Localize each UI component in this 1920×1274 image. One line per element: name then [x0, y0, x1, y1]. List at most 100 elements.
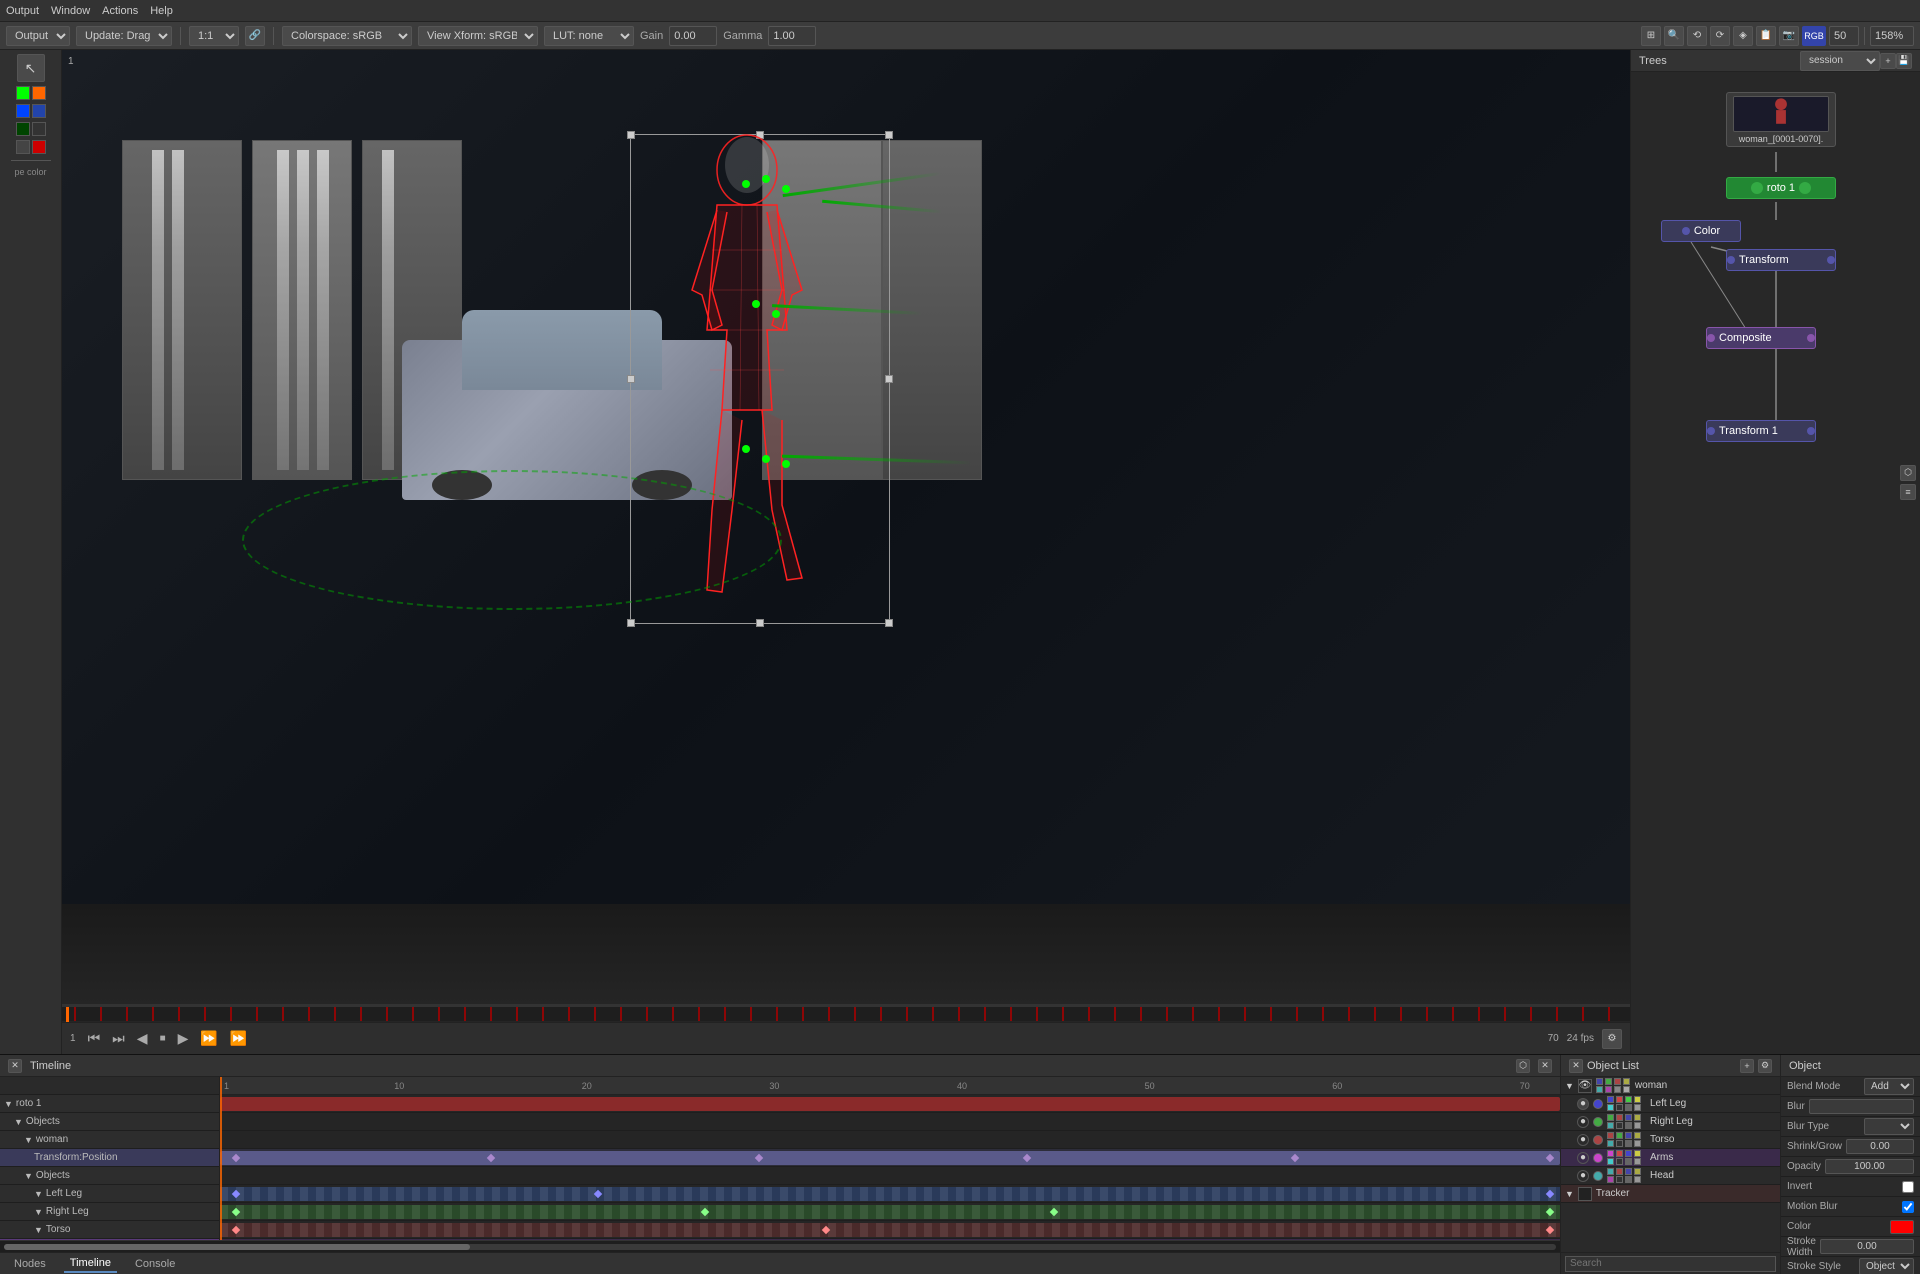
- viewer-icon-4[interactable]: ⟳: [1710, 26, 1730, 46]
- node-new-icon[interactable]: +: [1880, 53, 1896, 69]
- obj-rightleg[interactable]: ● Right Leg: [1561, 1113, 1780, 1131]
- scrollbar-thumb[interactable]: [4, 1244, 470, 1250]
- node-color[interactable]: Color: [1661, 220, 1741, 242]
- viewer-icon-5[interactable]: ◈: [1733, 26, 1753, 46]
- viewxform-dropdown[interactable]: View Xform: sRGB: [418, 26, 538, 46]
- motion-blur-checkbox[interactable]: [1902, 1201, 1914, 1213]
- tl-torso[interactable]: ▼Torso: [0, 1221, 219, 1239]
- viewer[interactable]: 1: [62, 50, 1630, 1004]
- obj-head[interactable]: ● Head: [1561, 1167, 1780, 1185]
- node-right-icon-1[interactable]: ⬡: [1900, 465, 1916, 481]
- ratio-dropdown[interactable]: 1:1: [189, 26, 239, 46]
- obj-tracker-icon[interactable]: [1578, 1187, 1592, 1201]
- stroke-style-select[interactable]: Object: [1859, 1258, 1914, 1274]
- obj-leftleg[interactable]: ● Left Leg: [1561, 1095, 1780, 1113]
- obj-close-btn[interactable]: ✕: [1569, 1059, 1583, 1073]
- menu-actions[interactable]: Actions: [102, 5, 138, 17]
- swatch-orange[interactable]: [32, 86, 46, 100]
- obj-add-btn[interactable]: +: [1740, 1059, 1754, 1073]
- obj-torso-color[interactable]: [1593, 1135, 1603, 1145]
- timeline-scrollbar[interactable]: [0, 1240, 1560, 1252]
- swatch-darkgreen[interactable]: [16, 122, 30, 136]
- bbox-handle-mr[interactable]: [885, 375, 893, 383]
- invert-checkbox[interactable]: [1902, 1181, 1914, 1193]
- viewer-icon-3[interactable]: ⟲: [1687, 26, 1707, 46]
- viewer-icon-2[interactable]: 🔍: [1664, 26, 1684, 46]
- play-btn[interactable]: ▶: [174, 1028, 193, 1049]
- node-transform1[interactable]: Transform 1: [1706, 420, 1816, 442]
- exposure-input[interactable]: [1829, 26, 1859, 46]
- tl-roto1[interactable]: ▼roto 1: [0, 1095, 219, 1113]
- node-save-icon[interactable]: 💾: [1896, 53, 1912, 69]
- color-swatch[interactable]: [1890, 1220, 1914, 1234]
- gain-input[interactable]: [669, 26, 717, 46]
- obj-arms-vis[interactable]: ●: [1577, 1152, 1589, 1164]
- node-source[interactable]: woman_[0001-0070].: [1726, 92, 1836, 147]
- next-frame-btn[interactable]: ⏩: [196, 1028, 221, 1049]
- tl-objects-2[interactable]: ▼Objects: [0, 1167, 219, 1185]
- swatch-green[interactable]: [16, 86, 30, 100]
- tab-console[interactable]: Console: [129, 1256, 181, 1272]
- tl-right-leg[interactable]: ▼Right Leg: [0, 1203, 219, 1221]
- scrollbar-track[interactable]: [4, 1244, 1556, 1250]
- timeline-tracks[interactable]: 1 10 20 30 40 50 60 70: [220, 1077, 1560, 1240]
- go-to-start-btn[interactable]: ⏮: [84, 1028, 105, 1049]
- menu-help[interactable]: Help: [150, 5, 173, 17]
- zoom-input[interactable]: [1870, 26, 1914, 46]
- obj-rightleg-vis[interactable]: ●: [1577, 1116, 1589, 1128]
- obj-leftleg-color[interactable]: [1593, 1099, 1603, 1109]
- opacity-input[interactable]: [1825, 1159, 1914, 1174]
- shrink-grow-input[interactable]: [1846, 1139, 1914, 1154]
- update-dropdown[interactable]: Update: Drag: [76, 26, 172, 46]
- blur-type-select[interactable]: [1864, 1118, 1914, 1135]
- swatch-gray[interactable]: [16, 140, 30, 154]
- obj-arms[interactable]: ● Arms: [1561, 1149, 1780, 1167]
- obj-leftleg-vis[interactable]: ●: [1577, 1098, 1589, 1110]
- playhead[interactable]: [220, 1077, 222, 1240]
- menu-window[interactable]: Window: [51, 5, 90, 17]
- blend-mode-select[interactable]: Add: [1864, 1078, 1914, 1095]
- scrubber-bar[interactable]: [62, 1005, 1630, 1021]
- tl-woman[interactable]: ▼woman: [0, 1131, 219, 1149]
- prev-frame-btn[interactable]: ⏭: [108, 1028, 129, 1049]
- node-composite[interactable]: Composite: [1706, 327, 1816, 349]
- obj-head-color[interactable]: [1593, 1171, 1603, 1181]
- obj-head-vis[interactable]: ●: [1577, 1170, 1589, 1182]
- colorspace-dropdown[interactable]: Colorspace: sRGB: [282, 26, 412, 46]
- bbox-handle-tr[interactable]: [885, 131, 893, 139]
- viewer-icon-1[interactable]: ⊞: [1641, 26, 1661, 46]
- obj-arms-color[interactable]: [1593, 1153, 1603, 1163]
- timeline-expand-btn[interactable]: ⬡: [1516, 1059, 1530, 1073]
- obj-settings-btn[interactable]: ⚙: [1758, 1059, 1772, 1073]
- gamma-input[interactable]: [768, 26, 816, 46]
- obj-torso-vis[interactable]: ●: [1577, 1134, 1589, 1146]
- tl-transform-position[interactable]: Transform:Position: [0, 1149, 219, 1167]
- output-dropdown[interactable]: Output: [6, 26, 70, 46]
- obj-torso[interactable]: ● Torso: [1561, 1131, 1780, 1149]
- step-back-btn[interactable]: ◀: [133, 1028, 152, 1049]
- settings-icon[interactable]: ⚙: [1602, 1029, 1622, 1049]
- lut-dropdown[interactable]: LUT: none: [544, 26, 634, 46]
- node-roto1[interactable]: roto 1: [1726, 177, 1836, 199]
- obj-rightleg-color[interactable]: [1593, 1117, 1603, 1127]
- color-channels-icon[interactable]: RGB: [1802, 26, 1826, 46]
- viewer-icon-7[interactable]: 📷: [1779, 26, 1799, 46]
- stroke-width-input[interactable]: [1820, 1239, 1914, 1254]
- node-right-icon-2[interactable]: ≡: [1900, 484, 1916, 500]
- swatch-dark[interactable]: [32, 122, 46, 136]
- menu-output[interactable]: Output: [6, 5, 39, 17]
- tab-timeline[interactable]: Timeline: [64, 1255, 117, 1273]
- obj-tracker[interactable]: ▼ Tracker: [1561, 1185, 1780, 1203]
- tl-left-leg[interactable]: ▼Left Leg: [0, 1185, 219, 1203]
- link-icon[interactable]: 🔗: [245, 26, 265, 46]
- frame-scrubber[interactable]: [62, 1004, 1630, 1022]
- blur-input[interactable]: [1809, 1099, 1914, 1114]
- timeline-close-btn[interactable]: ✕: [8, 1059, 22, 1073]
- node-transform[interactable]: Transform: [1726, 249, 1836, 271]
- timeline-settings-btn[interactable]: ✕: [1538, 1059, 1552, 1073]
- obj-woman-vis[interactable]: 👁: [1578, 1079, 1592, 1093]
- object-search-input[interactable]: [1565, 1256, 1776, 1272]
- swatch-darkblue[interactable]: [32, 104, 46, 118]
- tool-select[interactable]: ↖: [17, 54, 45, 82]
- stop-btn[interactable]: ■: [156, 1031, 170, 1046]
